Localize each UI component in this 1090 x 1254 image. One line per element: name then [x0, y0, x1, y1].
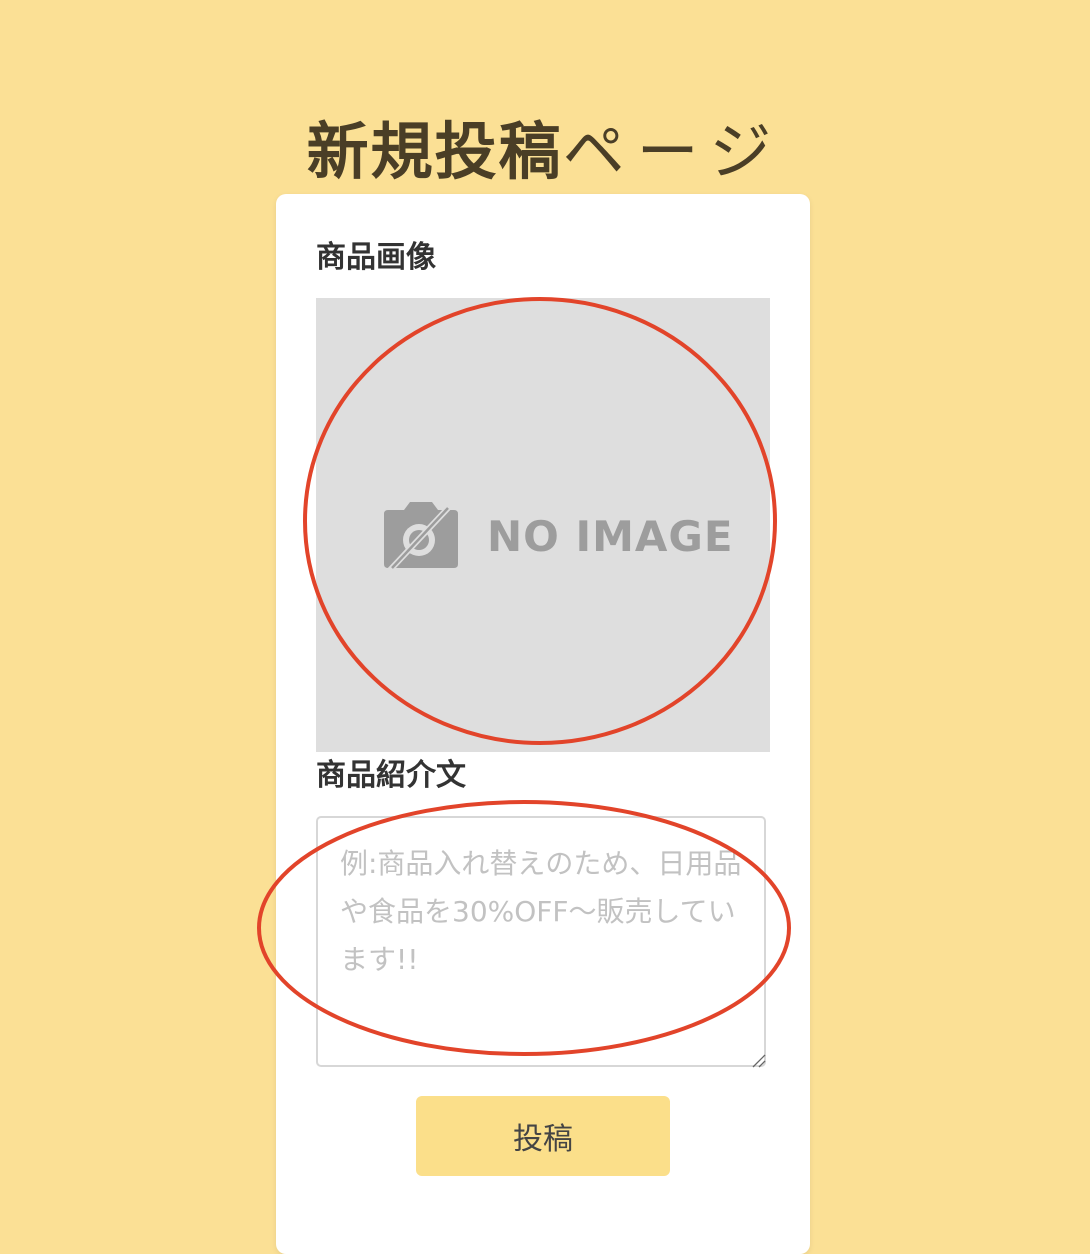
product-description-label: 商品紹介文 [316, 758, 466, 793]
product-image-label: 商品画像 [316, 240, 436, 275]
no-image-placeholder: NO IMAGE [382, 502, 733, 572]
post-form-card: 商品画像 NO IMAGE 商品紹介文 投稿 [276, 194, 810, 1254]
page-title: 新規投稿ページ [0, 112, 1090, 192]
camera-off-icon [384, 502, 458, 572]
page-title-suffix: ページ [562, 114, 784, 188]
page-title-main: 新規投稿 [306, 114, 563, 188]
no-image-text: NO IMAGE [487, 512, 734, 561]
product-image-upload[interactable]: NO IMAGE [316, 298, 770, 752]
resize-grip-icon[interactable] [750, 1052, 766, 1068]
product-description-textarea[interactable] [316, 816, 766, 1067]
submit-post-button[interactable]: 投稿 [416, 1096, 670, 1176]
